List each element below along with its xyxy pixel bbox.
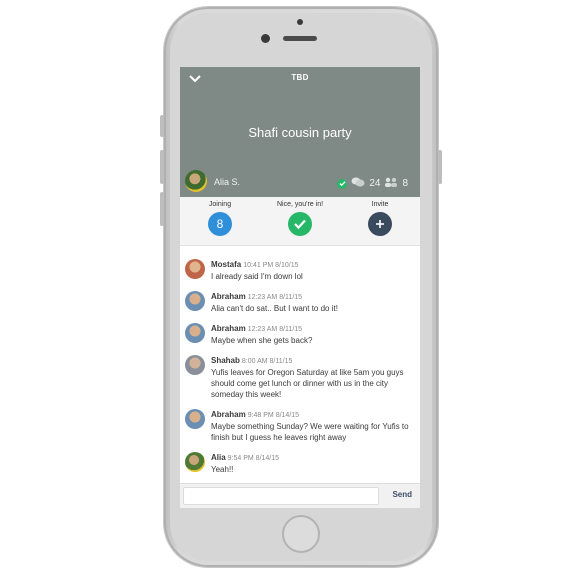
comments-icon[interactable] — [351, 177, 365, 190]
sender-name: Mostafa — [211, 260, 242, 269]
invite-label: Invite — [371, 201, 389, 208]
invite-button[interactable]: Invite — [345, 201, 415, 236]
app-screen: TBD Shafi cousin party Alia S. 24 8 Join… — [180, 67, 420, 508]
people-count: 8 — [402, 178, 408, 189]
message-text: Maybe something Sunday? We were waiting … — [211, 422, 409, 442]
event-header: TBD Shafi cousin party Alia S. 24 8 — [180, 67, 420, 197]
avatar[interactable] — [185, 291, 205, 311]
message-text: Yeah!! — [211, 465, 234, 474]
volume-down-button — [160, 192, 164, 226]
host-avatar[interactable] — [185, 170, 207, 192]
people-icon[interactable] — [384, 177, 398, 190]
timestamp: 9:48 PM 8/14/15 — [247, 412, 300, 419]
plus-icon — [368, 212, 392, 236]
timestamp: 12:23 AM 8/11/15 — [247, 294, 303, 301]
message-text: Maybe when she gets back? — [211, 336, 313, 345]
sender-name: Abraham — [211, 324, 246, 333]
sender-name: Alia — [211, 453, 226, 462]
comment-count: 24 — [369, 178, 381, 189]
rsvp-bar: Joining 8 Nice, you're in! Invite — [180, 197, 420, 246]
avatar[interactable] — [185, 355, 205, 375]
joining-count-badge: 8 — [208, 212, 232, 236]
header-title: TBD — [291, 73, 309, 82]
event-name: Shafi cousin party — [248, 125, 352, 140]
message-text: I already said I'm down lol — [211, 272, 303, 281]
front-camera — [261, 34, 270, 43]
joined-check-icon — [337, 178, 348, 189]
sender-name: Shahab — [211, 356, 240, 365]
message-text: Alia can't do sat.. But I want to do it! — [211, 304, 338, 313]
power-button — [438, 150, 442, 184]
send-button[interactable]: Send — [392, 490, 412, 499]
mute-switch — [160, 115, 164, 137]
rsvp-status-button[interactable]: Nice, you're in! — [265, 201, 335, 236]
message-input[interactable] — [183, 487, 379, 505]
host-name: Alia S. — [214, 177, 241, 187]
proximity-sensor — [297, 19, 303, 25]
avatar[interactable] — [185, 452, 205, 472]
avatar[interactable] — [185, 409, 205, 429]
home-button[interactable] — [282, 515, 320, 553]
timestamp: 10:41 PM 8/10/15 — [243, 262, 299, 269]
message-composer: Send — [180, 483, 420, 508]
sender-name: Abraham — [211, 410, 246, 419]
earpiece-speaker — [283, 36, 317, 41]
timestamp: 8:00 AM 8/11/15 — [241, 358, 293, 365]
message-text: Yufis leaves for Oregon Saturday at like… — [211, 368, 404, 399]
timestamp: 12:23 AM 8/11/15 — [247, 326, 303, 333]
rsvp-status-label: Nice, you're in! — [276, 201, 324, 208]
timestamp: 9:54 PM 8/14/15 — [227, 455, 280, 462]
joining-button[interactable]: Joining 8 — [185, 201, 255, 236]
joining-label: Joining — [208, 201, 232, 208]
check-icon — [288, 212, 312, 236]
avatar[interactable] — [185, 259, 205, 279]
volume-up-button — [160, 150, 164, 184]
joining-count: 8 — [216, 217, 224, 231]
event-stats: 24 8 — [337, 177, 408, 190]
avatar[interactable] — [185, 323, 205, 343]
message-list[interactable]: Mostafa 10:41 PM 8/10/15 I already said I… — [180, 245, 420, 483]
sender-name: Abraham — [211, 292, 246, 301]
